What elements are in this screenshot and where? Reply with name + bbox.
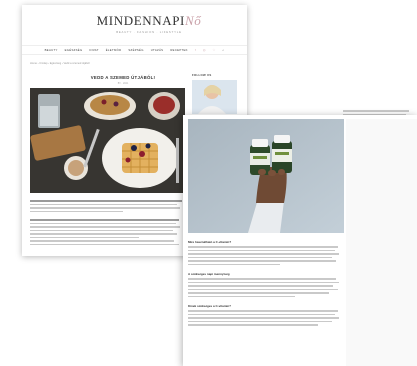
front-page-sidebar-gap [346,119,417,366]
nav-item[interactable]: RECEPTEK [170,48,187,52]
nav-item[interactable]: UTAZÁS [151,48,164,52]
section-heading: Mire használható a C-vitamin? [188,240,232,244]
main-navigation: BEAUTY EGÉSZSÉG DIVAT ÉLETMÓD SZÉPSÉG UT… [22,45,247,55]
sidebar-heading: FOLLOW US [192,73,212,77]
site-logo[interactable]: MINDENNAPINő BEAUTY · FASHION · LIFESTYL… [89,13,209,35]
breadcrumb: Home › Címlap › Egészség › Vedd a szemed… [30,62,90,65]
nav-item[interactable]: BEAUTY [45,48,58,52]
author-photo[interactable] [192,80,237,114]
section-heading: Kinek szükséges a C-vitamin? [188,304,232,308]
breakfast-illustration [30,88,185,193]
logo-script: Nő [184,13,202,28]
front-page-screenshot: Mire használható a C-vitamin? A szüksége… [183,115,417,366]
vitamin-bottles-image [188,119,344,233]
breakfast-hero-image [30,88,185,193]
search-icon[interactable]: ⌕ [222,48,224,52]
facebook-icon[interactable]: f [195,48,196,52]
post-meta: BY · 2021 [117,82,129,85]
nav-item[interactable]: ÉLETMÓD [106,48,122,52]
post-title: VEDD A SZEMED ÚTJÁBÓL! [90,75,156,80]
nav-item[interactable]: EGÉSZSÉG [65,48,83,52]
site-tagline: BEAUTY · FASHION · LIFESTYLE [116,30,182,34]
instagram-icon[interactable]: ◎ [203,48,206,52]
logo-wordmark: MINDENNAPI [96,13,185,28]
post-body-text [30,198,185,247]
article-body: Mire használható a C-vitamin? A szüksége… [188,238,341,328]
vitamin-illustration [188,119,344,233]
nav-item[interactable]: DIVAT [89,48,98,52]
nav-item[interactable]: SZÉPSÉG [128,48,143,52]
author-photo-illustration [192,80,237,114]
section-heading: A szükséges napi mennyiség [188,272,230,276]
heart-icon[interactable]: ♡ [213,48,216,52]
